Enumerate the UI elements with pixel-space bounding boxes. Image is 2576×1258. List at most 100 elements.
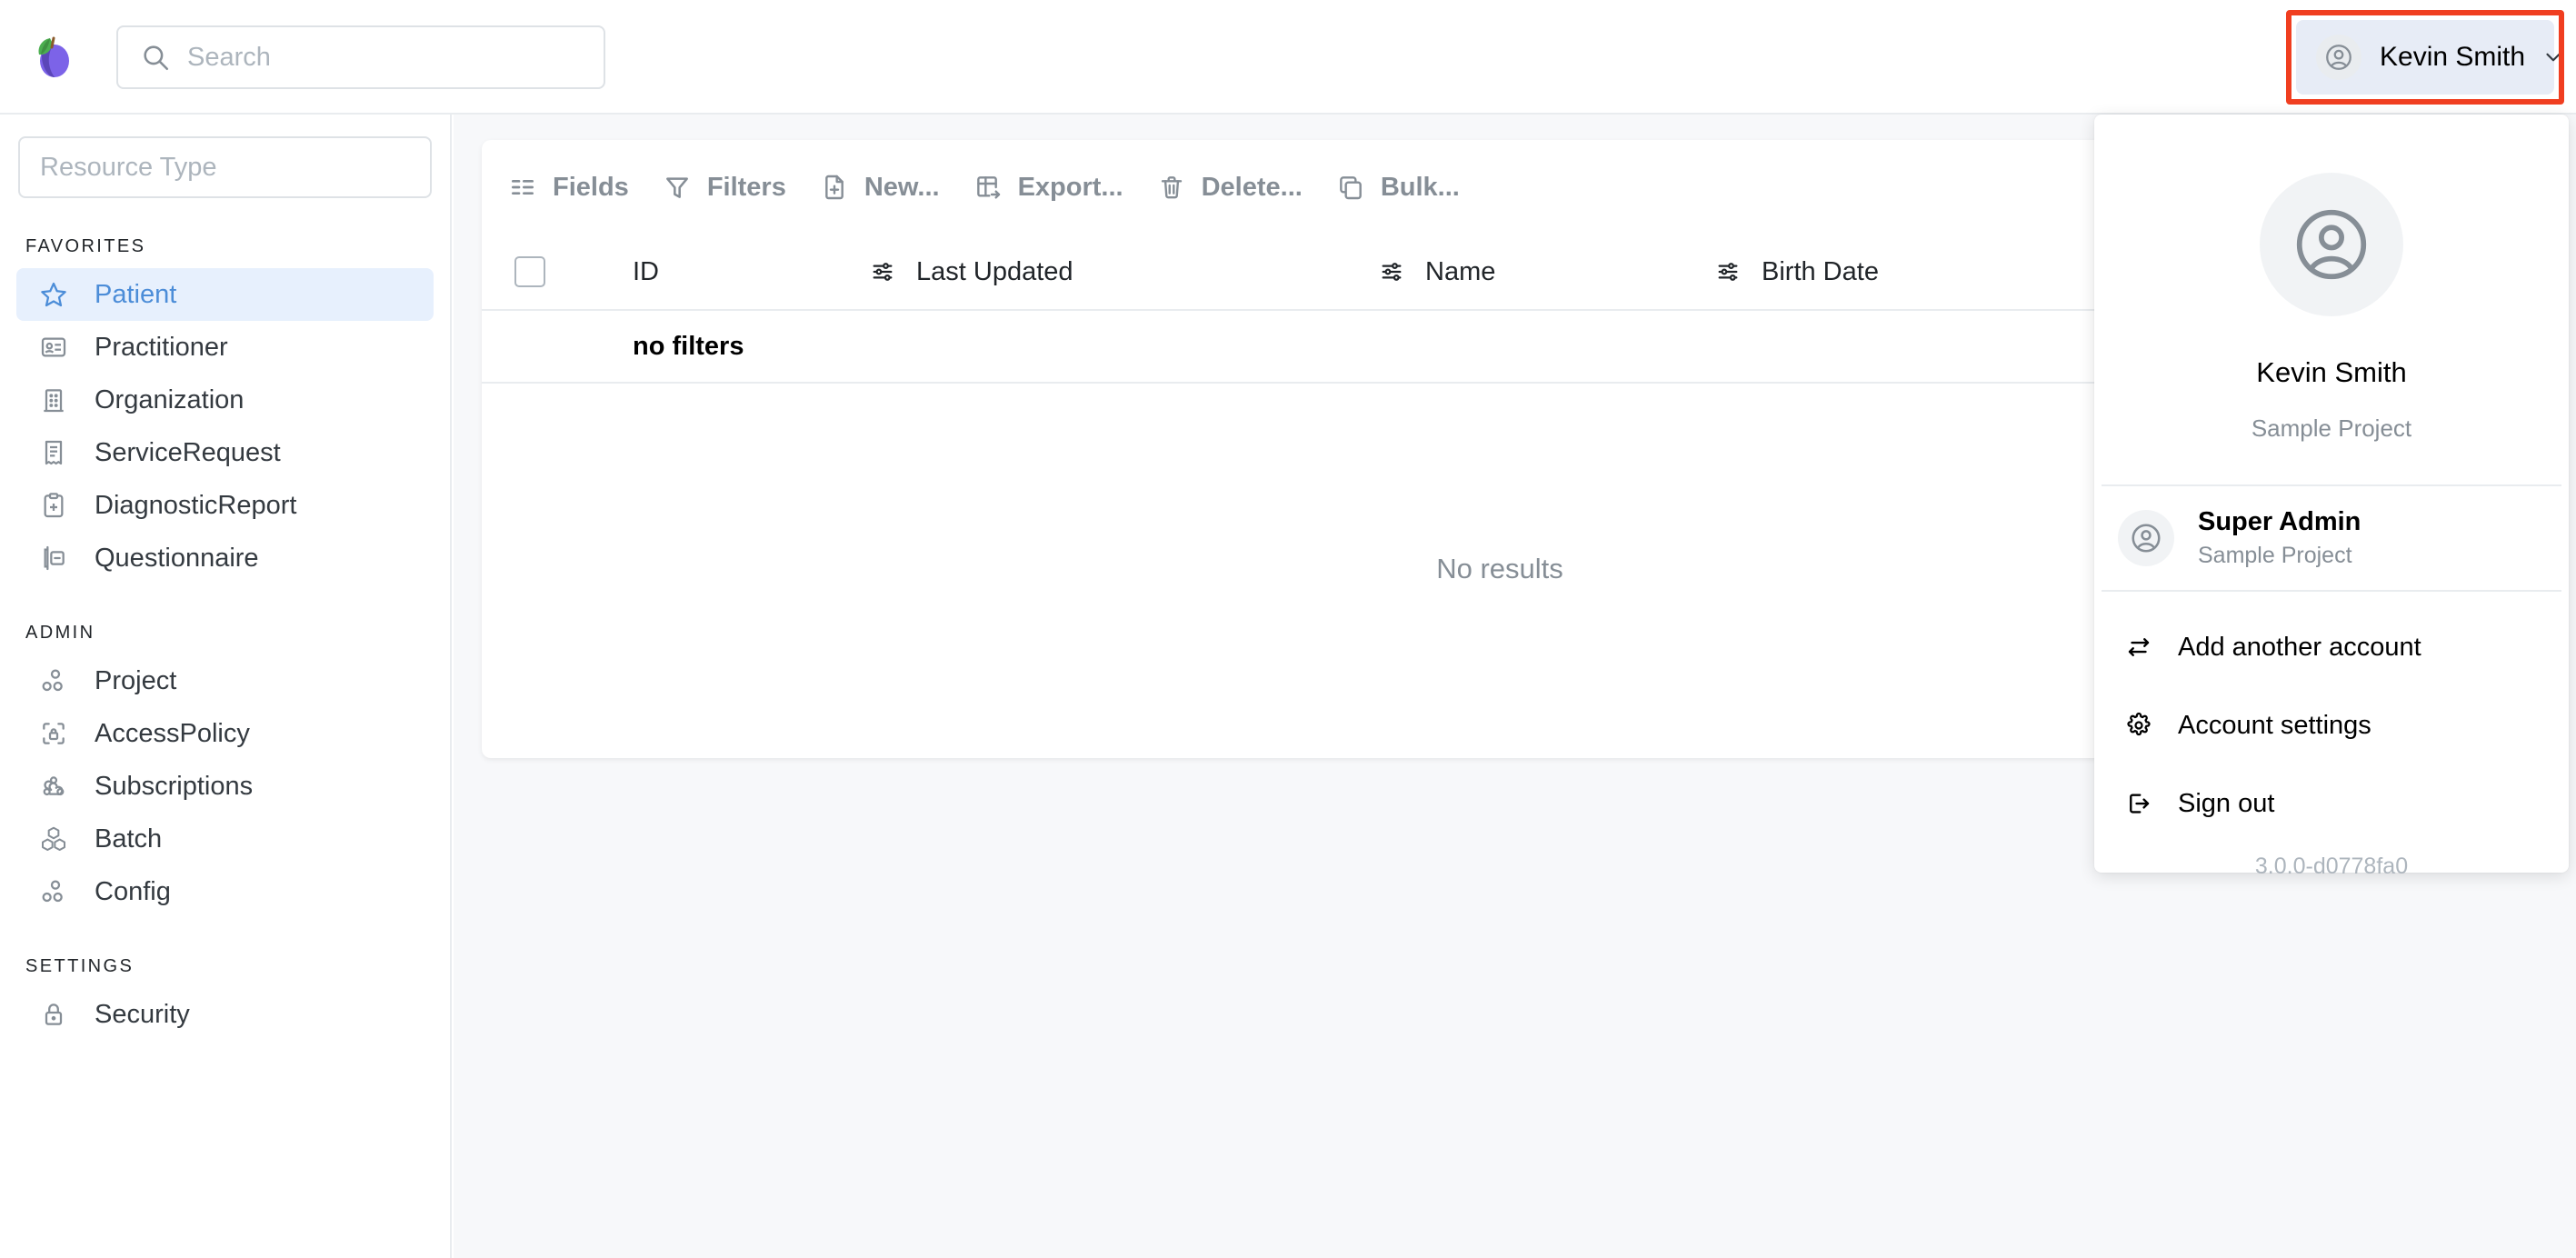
menu-item-label: Add another account	[2178, 633, 2421, 663]
adjustments-icon[interactable]	[1714, 258, 1742, 285]
sidebar-item-label: AccessPolicy	[95, 719, 250, 749]
sidebar-item-security[interactable]: Security	[16, 988, 434, 1041]
app-version: 3.0.0-d0778fa0	[2094, 854, 2569, 880]
sidebar-item-practitioner[interactable]: Practitioner	[16, 321, 434, 374]
building-icon	[38, 384, 69, 415]
column-id: ID	[633, 235, 869, 309]
column-header-label: Last Updated	[916, 257, 1073, 287]
circles-icon	[38, 665, 69, 696]
sidebar-item-servicerequest[interactable]: ServiceRequest	[16, 426, 434, 479]
resource-type-field[interactable]	[18, 136, 432, 198]
sidebar-item-label: Batch	[95, 824, 162, 854]
sidebar-item-patient[interactable]: Patient	[16, 268, 434, 321]
spacer	[2094, 757, 2569, 772]
spacer	[2094, 679, 2569, 694]
filter-cell-text: no filters	[633, 332, 744, 361]
sidebar-item-config[interactable]: Config	[16, 865, 434, 918]
filters-button-label: Filters	[707, 173, 786, 203]
switch-horizontal-icon	[2123, 632, 2154, 663]
fields-button-label: Fields	[553, 173, 629, 203]
receipt-icon	[38, 437, 69, 468]
new-button-label: New...	[864, 173, 940, 203]
export-button-label: Export...	[1018, 173, 1123, 203]
sidebar-item-label: Config	[95, 877, 171, 907]
account-project: Sample Project	[2198, 543, 2361, 569]
columns-icon	[507, 172, 538, 203]
app-logo[interactable]	[4, 35, 102, 78]
sidebar-item-label: Questionnaire	[95, 544, 259, 574]
sidebar-item-subscriptions[interactable]: Subscriptions	[16, 760, 434, 813]
sidebar-section-admin-label: ADMIN	[25, 623, 450, 644]
trash-icon	[1156, 172, 1187, 203]
user-menu-project: Sample Project	[2252, 414, 2411, 443]
select-all-checkbox[interactable]	[514, 256, 545, 287]
lock-scan-icon	[38, 718, 69, 749]
table-export-icon	[973, 172, 1003, 203]
sidebar-item-diagnosticreport[interactable]: DiagnosticReport	[16, 479, 434, 532]
user-menu-dropdown: Kevin Smith Sample Project Super Admin S…	[2094, 115, 2569, 873]
sidebar-item-label: Security	[95, 1000, 190, 1030]
search-input[interactable]	[187, 43, 569, 73]
bulk-button-label: Bulk...	[1381, 173, 1460, 203]
sidebar-item-batch[interactable]: Batch	[16, 813, 434, 865]
spacer	[2094, 443, 2569, 484]
user-circle-icon	[2290, 203, 2373, 286]
sidebar-item-label: Project	[95, 666, 176, 696]
empty-state-text: No results	[1436, 553, 1563, 585]
id-badge-icon	[38, 332, 69, 363]
delete-button-label: Delete...	[1202, 173, 1303, 203]
spacer	[2094, 592, 2569, 615]
sidebar-item-questionnaire[interactable]: Questionnaire	[16, 532, 434, 584]
user-menu-profile: Kevin Smith Sample Project	[2094, 115, 2569, 443]
app-root: Kevin Smith FAVORITES Patient Practition…	[0, 0, 2576, 1258]
filters-button[interactable]: Filters	[662, 172, 786, 203]
export-button[interactable]: Export...	[973, 172, 1123, 203]
select-all-cell	[514, 235, 633, 309]
account-switch-item[interactable]: Super Admin Sample Project	[2094, 486, 2569, 590]
app-header: Kevin Smith	[0, 0, 2576, 115]
user-menu-highlight-annotation	[2286, 10, 2564, 105]
new-button[interactable]: New...	[819, 172, 940, 203]
fields-button[interactable]: Fields	[507, 172, 629, 203]
sidebar-item-label: ServiceRequest	[95, 438, 281, 468]
gear-icon	[2123, 710, 2154, 741]
user-menu-name: Kevin Smith	[2256, 356, 2406, 389]
filter-cell-id[interactable]: no filters	[633, 332, 869, 362]
medplum-plum-logo-icon	[32, 35, 74, 78]
sidebar-item-accesspolicy[interactable]: AccessPolicy	[16, 707, 434, 760]
search-icon	[140, 42, 171, 73]
menu-item-label: Account settings	[2178, 711, 2371, 741]
sidebar-item-label: Organization	[95, 385, 244, 415]
avatar	[2118, 510, 2174, 566]
global-search[interactable]	[116, 25, 605, 89]
lock-icon	[38, 999, 69, 1030]
sidebar-section-favorites-label: FAVORITES	[25, 236, 450, 257]
funnel-icon	[662, 172, 693, 203]
delete-button[interactable]: Delete...	[1156, 172, 1303, 203]
account-settings-item[interactable]: Account settings	[2094, 694, 2569, 757]
sign-out-item[interactable]: Sign out	[2094, 772, 2569, 835]
column-header-label: ID	[633, 257, 659, 287]
resource-type-input[interactable]	[40, 153, 410, 183]
sidebar-item-project[interactable]: Project	[16, 654, 434, 707]
adjustments-icon[interactable]	[869, 258, 896, 285]
add-another-account-item[interactable]: Add another account	[2094, 615, 2569, 679]
column-header-label: Name	[1425, 257, 1495, 287]
logout-icon	[2123, 788, 2154, 819]
avatar	[2260, 173, 2403, 316]
forms-icon	[38, 543, 69, 574]
sidebar-item-label: Patient	[95, 280, 176, 310]
clipboard-plus-icon	[38, 490, 69, 521]
star-icon	[38, 279, 69, 310]
account-name: Super Admin	[2198, 507, 2361, 537]
column-header-label: Birth Date	[1762, 257, 1879, 287]
column-name: Name	[1378, 235, 1714, 309]
sidebar-item-organization[interactable]: Organization	[16, 374, 434, 426]
sidebar-item-label: Practitioner	[95, 333, 228, 363]
bulk-button[interactable]: Bulk...	[1335, 172, 1460, 203]
cubes-icon	[38, 824, 69, 854]
adjustments-icon[interactable]	[1378, 258, 1405, 285]
webhook-icon	[38, 771, 69, 802]
menu-item-label: Sign out	[2178, 789, 2274, 819]
sidebar-section-settings-label: SETTINGS	[25, 956, 450, 977]
